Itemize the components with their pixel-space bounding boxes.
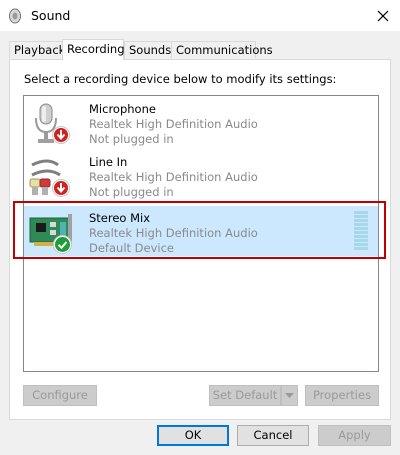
not-plugged-in-icon — [52, 179, 70, 197]
device-list[interactable]: Microphone Realtek High Definition Audio… — [23, 95, 379, 372]
chevron-down-icon — [285, 393, 294, 398]
tab-playback[interactable]: Playback — [9, 41, 65, 58]
device-driver: Realtek High Definition Audio — [89, 170, 258, 184]
device-name: Microphone — [89, 102, 156, 116]
configure-button[interactable]: Configure — [23, 385, 97, 406]
ok-button[interactable]: OK — [157, 425, 229, 446]
default-device-check-icon — [53, 235, 72, 254]
not-plugged-in-icon — [52, 126, 70, 144]
instruction-text: Select a recording device below to modif… — [24, 72, 337, 86]
tab-recording[interactable]: Recording — [62, 39, 125, 60]
set-default-button[interactable]: Set Default — [209, 385, 281, 406]
device-status: Default Device — [89, 241, 175, 255]
properties-button[interactable]: Properties — [305, 385, 379, 406]
device-item-line-in[interactable]: Line In Realtek High Definition Audio No… — [24, 153, 378, 199]
title-bar: Sound — [0, 0, 400, 31]
close-button[interactable] — [366, 0, 400, 31]
close-icon — [377, 10, 389, 21]
device-name: Stereo Mix — [89, 211, 151, 225]
device-status: Not plugged in — [89, 185, 174, 199]
device-driver: Realtek High Definition Audio — [89, 117, 258, 131]
speaker-app-icon — [9, 8, 21, 24]
device-item-microphone[interactable]: Microphone Realtek High Definition Audio… — [24, 100, 378, 146]
cancel-button[interactable]: Cancel — [237, 425, 309, 446]
tab-sounds[interactable]: Sounds — [124, 41, 172, 58]
device-status: Not plugged in — [89, 132, 174, 146]
recording-panel: Select a recording device below to modif… — [9, 59, 391, 420]
device-name: Line In — [89, 155, 128, 169]
set-default-dropdown[interactable] — [281, 385, 298, 406]
device-item-stereo-mix[interactable]: Stereo Mix Realtek High Definition Audio… — [24, 206, 378, 256]
window-title: Sound — [31, 8, 71, 23]
tab-communications[interactable]: Communications — [171, 41, 273, 58]
apply-button[interactable]: Apply — [318, 425, 391, 446]
device-driver: Realtek High Definition Audio — [89, 226, 258, 240]
level-meter — [354, 211, 368, 252]
